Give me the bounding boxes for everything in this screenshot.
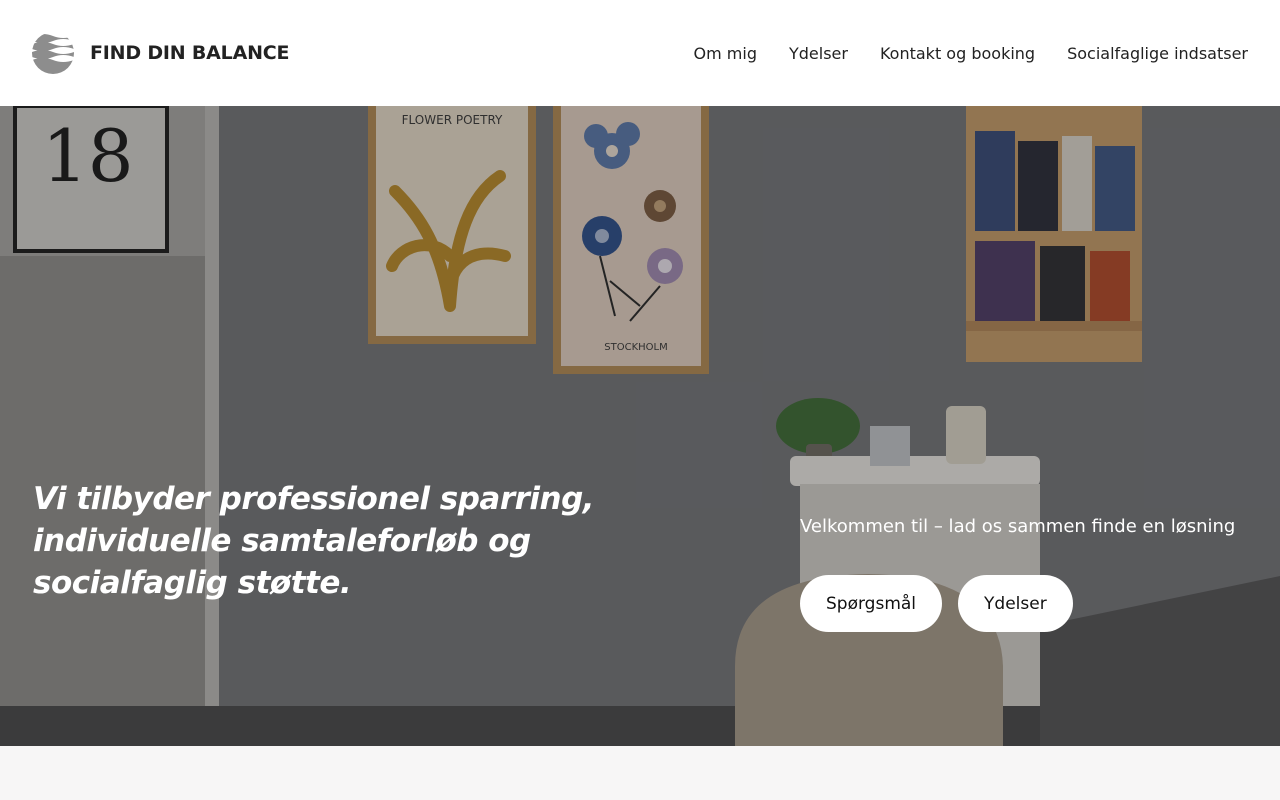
nav-item-om-mig[interactable]: Om mig (694, 44, 757, 63)
main-nav: Om mig Ydelser Kontakt og booking Social… (694, 44, 1248, 63)
hero-cta-group: Spørgsmål Ydelser (800, 575, 1073, 632)
nav-item-socialfaglige-indsatser[interactable]: Socialfaglige indsatser (1067, 44, 1248, 63)
questions-button[interactable]: Spørgsmål (800, 575, 943, 632)
wave-sphere-icon (32, 32, 74, 74)
nav-item-kontakt-og-booking[interactable]: Kontakt og booking (880, 44, 1035, 63)
hero-overlay (0, 106, 1280, 746)
services-button[interactable]: Ydelser (958, 575, 1073, 632)
hero-welcome-text: Velkommen til – lad os sammen finde en l… (800, 516, 1236, 537)
brand-link[interactable]: FIND DIN BALANCE (32, 32, 290, 74)
hero-headline: Vi tilbyder professionel sparring, indiv… (33, 481, 595, 601)
next-section (0, 746, 1280, 800)
brand-name: FIND DIN BALANCE (90, 42, 290, 64)
hero-section: 18 FLOWER POETRY STOCKHOLM Vi tilbyder p… (0, 106, 1280, 746)
site-header: FIND DIN BALANCE Om mig Ydelser Kontakt … (0, 0, 1280, 106)
nav-item-ydelser[interactable]: Ydelser (789, 44, 848, 63)
